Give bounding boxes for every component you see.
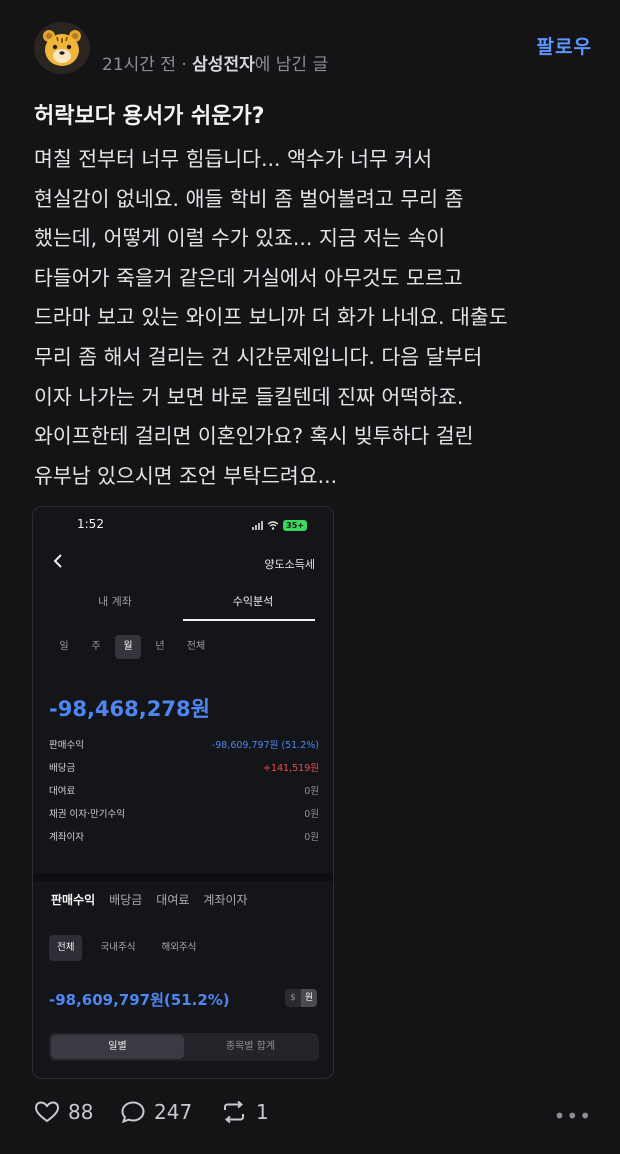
currency-dollar-option[interactable]: $ xyxy=(285,989,301,1007)
account-tabs: 내 계좌 수익분석 xyxy=(33,593,333,623)
comment-icon xyxy=(121,1101,145,1124)
tiger-avatar-icon xyxy=(43,30,81,66)
row-label: 대여료 xyxy=(49,786,76,797)
active-tab-indicator xyxy=(183,619,315,621)
post-body-line: 이자 나가는 거 보면 바로 들킬텐데 진짜 어떡하죠. xyxy=(34,384,464,409)
currency-toggle[interactable]: $ 원 xyxy=(285,989,317,1007)
status-time: 1:52 xyxy=(77,517,104,531)
attached-screenshot[interactable]: 1:52 35+ 양도소득세 내 계좌 수익분석 일 주 월 년 전체 -98,… xyxy=(32,506,334,1079)
period-week[interactable]: 주 xyxy=(83,635,109,659)
wifi-icon xyxy=(267,521,279,530)
subtab-sales-profit[interactable]: 판매수익 xyxy=(51,891,95,908)
comment-button[interactable]: 247 xyxy=(120,1100,192,1124)
repost-icon xyxy=(224,1100,244,1124)
row-value: 0원 xyxy=(304,832,319,843)
avatar[interactable] xyxy=(34,22,90,74)
period-all[interactable]: 전체 xyxy=(179,635,213,659)
row-value: +141,519원 xyxy=(263,763,319,774)
status-bar: 1:52 35+ xyxy=(33,517,333,537)
follow-button[interactable]: 팔로우 xyxy=(537,32,592,59)
total-profit-amount: -98,468,278원 xyxy=(49,697,210,721)
row-value: 0원 xyxy=(304,786,319,797)
breakdown-row: 계좌이자 0원 xyxy=(49,829,319,852)
battery-indicator: 35+ xyxy=(283,520,307,531)
profit-breakdown: 판매수익 -98,609,797원 (51.2%) 배당금 +141,519원 … xyxy=(49,737,319,852)
post-body: 며칠 전부터 너무 힘듭니다... 액수가 너무 커서 현실감이 없네요. 애들… xyxy=(34,140,604,496)
chip-all[interactable]: 전체 xyxy=(49,935,83,961)
more-icon[interactable]: ••• xyxy=(554,1104,592,1128)
back-chevron-icon[interactable] xyxy=(53,553,63,574)
heart-icon xyxy=(34,1101,60,1123)
subtab-lending-fee[interactable]: 대여료 xyxy=(156,891,189,908)
post-title: 허락보다 용서가 쉬운가? xyxy=(34,104,265,129)
segment-by-stock-total[interactable]: 종목별 합계 xyxy=(184,1035,317,1059)
view-segment-control: 일별 종목별 합계 xyxy=(49,1033,319,1061)
post-time: 21시간 전 · xyxy=(102,55,193,75)
sales-profit-amount: -98,609,797원(51.2%) xyxy=(49,991,230,1009)
post-body-line: 타들어가 죽을거 같은데 거실에서 아무것도 모르고 xyxy=(34,265,463,290)
breakdown-row: 채권 이자·만기수익 0원 xyxy=(49,806,319,829)
currency-won-option[interactable]: 원 xyxy=(301,989,317,1007)
row-value: 0원 xyxy=(304,809,319,820)
post-body-line: 했는데, 어떻게 이럴 수가 있죠... 지금 저는 속이 xyxy=(34,226,446,251)
tab-profit-analysis[interactable]: 수익분석 xyxy=(183,593,323,609)
post-body-line: 유부남 있으시면 조언 부탁드려요... xyxy=(34,463,338,488)
post-meta-suffix: 에 남긴 글 xyxy=(254,55,329,75)
period-year[interactable]: 년 xyxy=(147,635,173,659)
post-meta: 21시간 전 · 삼성전자에 남긴 글 xyxy=(102,50,328,75)
board-link[interactable]: 삼성전자 xyxy=(192,55,255,75)
chip-foreign-stocks[interactable]: 해외주식 xyxy=(153,935,204,961)
repost-count: 1 xyxy=(256,1100,269,1124)
like-button[interactable]: 88 xyxy=(34,1100,93,1124)
post-body-line: 며칠 전부터 너무 힘듭니다... 액수가 너무 커서 xyxy=(34,147,433,171)
category-tabs: 판매수익 배당금 대여료 계좌이자 xyxy=(51,891,248,908)
like-count: 88 xyxy=(68,1100,94,1124)
period-month[interactable]: 월 xyxy=(115,635,141,659)
post-actions: 88 247 1 ••• xyxy=(34,1100,594,1134)
row-label: 계좌이자 xyxy=(49,832,84,843)
row-value: -98,609,797원 (51.2%) xyxy=(211,740,319,751)
comment-count: 247 xyxy=(154,1100,193,1124)
row-label: 판매수익 xyxy=(49,740,84,751)
post-body-line: 현실감이 없네요. 애들 학비 좀 벌어볼려고 무리 좀 xyxy=(34,186,464,211)
segment-daily[interactable]: 일별 xyxy=(51,1035,184,1059)
chip-domestic-stocks[interactable]: 국내주식 xyxy=(92,935,143,961)
nav-title[interactable]: 양도소득세 xyxy=(264,556,315,572)
tab-my-account[interactable]: 내 계좌 xyxy=(45,593,185,609)
breakdown-row: 판매수익 -98,609,797원 (51.2%) xyxy=(49,737,319,760)
subtab-account-interest[interactable]: 계좌이자 xyxy=(203,891,247,908)
status-icons: 35+ xyxy=(252,520,307,531)
breakdown-row: 대여료 0원 xyxy=(49,783,319,806)
breakdown-row: 배당금 +141,519원 xyxy=(49,760,319,783)
market-filter: 전체 국내주식 해외주식 xyxy=(49,935,204,961)
post-body-line: 드라마 보고 있는 와이프 보니까 더 화가 나네요. 대출도 xyxy=(34,305,508,330)
period-selector: 일 주 월 년 전체 xyxy=(51,635,213,659)
post-header: 21시간 전 · 삼성전자에 남긴 글 팔로우 xyxy=(34,22,594,75)
subtab-dividend[interactable]: 배당금 xyxy=(109,891,142,908)
post-body-line: 무리 좀 해서 걸리는 건 시간문제입니다. 다음 달부터 xyxy=(34,344,483,369)
signal-icon xyxy=(252,521,264,530)
post-body-line: 와이프한테 걸리면 이혼인가요? 혹시 빚투하다 걸린 xyxy=(34,424,474,449)
section-divider xyxy=(33,873,333,881)
period-day[interactable]: 일 xyxy=(51,635,77,659)
row-label: 채권 이자·만기수익 xyxy=(49,809,125,820)
row-label: 배당금 xyxy=(49,763,76,774)
repost-button[interactable]: 1 xyxy=(220,1100,269,1124)
